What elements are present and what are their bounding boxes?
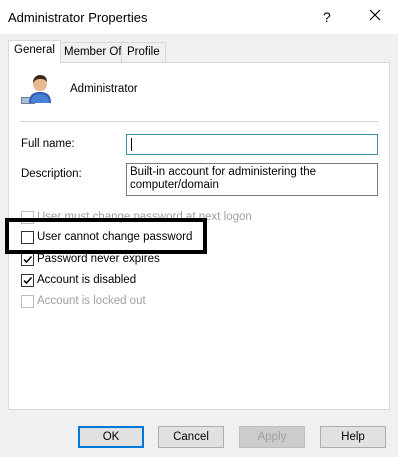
- checkbox[interactable]: [21, 252, 34, 266]
- divider: [20, 121, 378, 122]
- tab-member-of[interactable]: Member Of: [58, 42, 128, 62]
- title-bar: Administrator Properties ?: [0, 0, 398, 34]
- help-button[interactable]: Help: [320, 426, 386, 448]
- username-label: Administrator: [70, 83, 138, 95]
- tab-profile[interactable]: Profile: [121, 42, 166, 62]
- ok-button[interactable]: OK: [78, 426, 144, 448]
- user-icon: [20, 73, 52, 105]
- description-field[interactable]: Built-in account for administering the c…: [126, 163, 378, 196]
- option-label: Account is locked out: [37, 295, 146, 307]
- help-title-button[interactable]: ?: [323, 9, 331, 25]
- checkbox[interactable]: [21, 273, 34, 287]
- full-name-field[interactable]: [126, 134, 378, 155]
- tab-general[interactable]: General: [8, 40, 61, 63]
- checkbox[interactable]: [21, 294, 34, 308]
- option-account-disabled[interactable]: Account is disabled: [21, 272, 136, 288]
- option-account-locked-out[interactable]: Account is locked out: [21, 293, 146, 309]
- description-label: Description:: [21, 168, 82, 180]
- text-caret: [131, 138, 132, 151]
- cancel-button[interactable]: Cancel: [158, 426, 224, 448]
- window-title: Administrator Properties: [8, 10, 148, 25]
- option-label: Password never expires: [37, 253, 160, 265]
- option-label: Account is disabled: [37, 274, 137, 286]
- checkmark-icon: [23, 276, 33, 284]
- close-icon[interactable]: [366, 6, 384, 24]
- highlight-box: [5, 218, 207, 254]
- apply-button[interactable]: Apply: [239, 426, 305, 448]
- checkmark-icon: [23, 255, 33, 263]
- full-name-label: Full name:: [21, 138, 75, 150]
